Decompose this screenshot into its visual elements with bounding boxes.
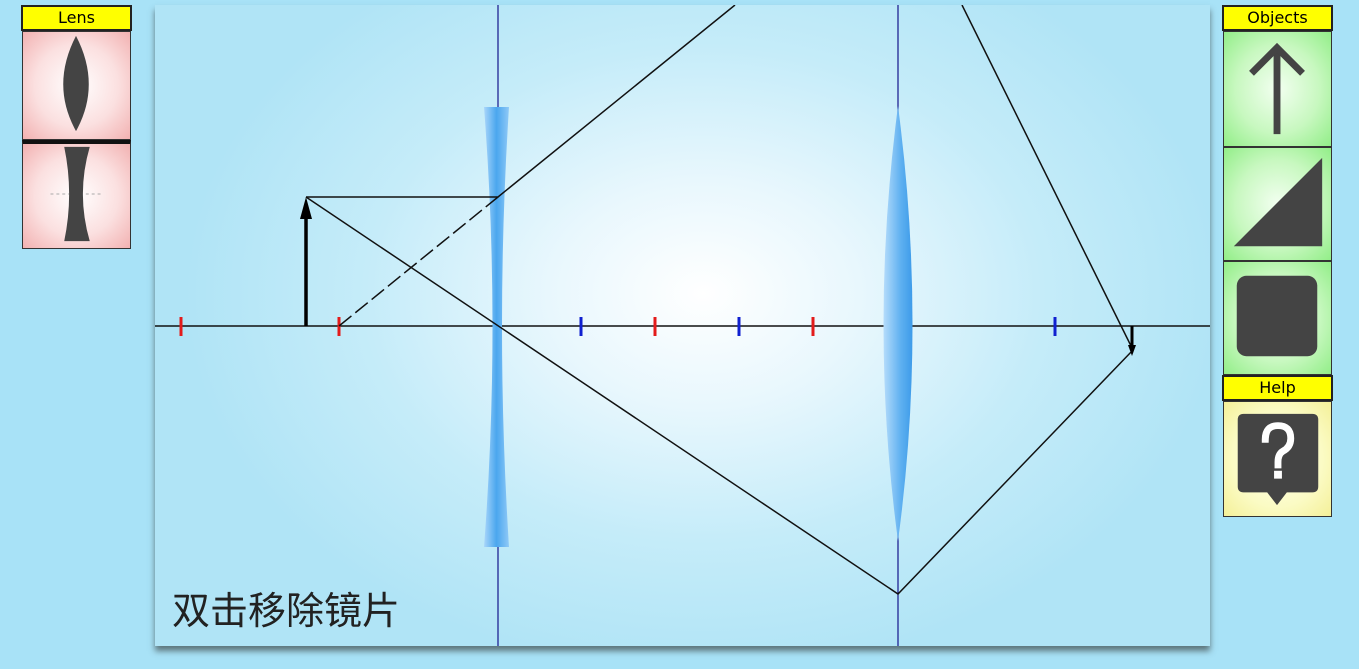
lens-panel-title: Lens [21,5,132,31]
triangle-object-button[interactable] [1223,147,1332,261]
hint-text: 双击移除镜片 [172,589,401,633]
help-button[interactable] [1223,401,1332,517]
objects-panel-title: Objects [1222,5,1333,31]
light-rays [305,5,1134,595]
square-icon [1236,275,1318,357]
ray-diagram [155,5,1210,646]
concave-lens-button[interactable] [22,140,131,249]
question-bubble-icon [1237,413,1319,506]
convex-lens-icon [63,35,89,132]
convex-lens-button[interactable] [22,31,131,140]
concave-lens [484,107,509,547]
object-arrow [300,197,312,326]
concave-lens-icon [50,146,104,241]
arrow-object-button[interactable] [1223,31,1332,147]
convex-lens [883,106,913,541]
optics-canvas[interactable]: 双击移除镜片 [155,5,1210,646]
square-object-button[interactable] [1223,261,1332,375]
arrow-up-icon [1249,42,1305,135]
help-panel-title: Help [1222,375,1333,401]
triangle-icon [1233,157,1323,247]
